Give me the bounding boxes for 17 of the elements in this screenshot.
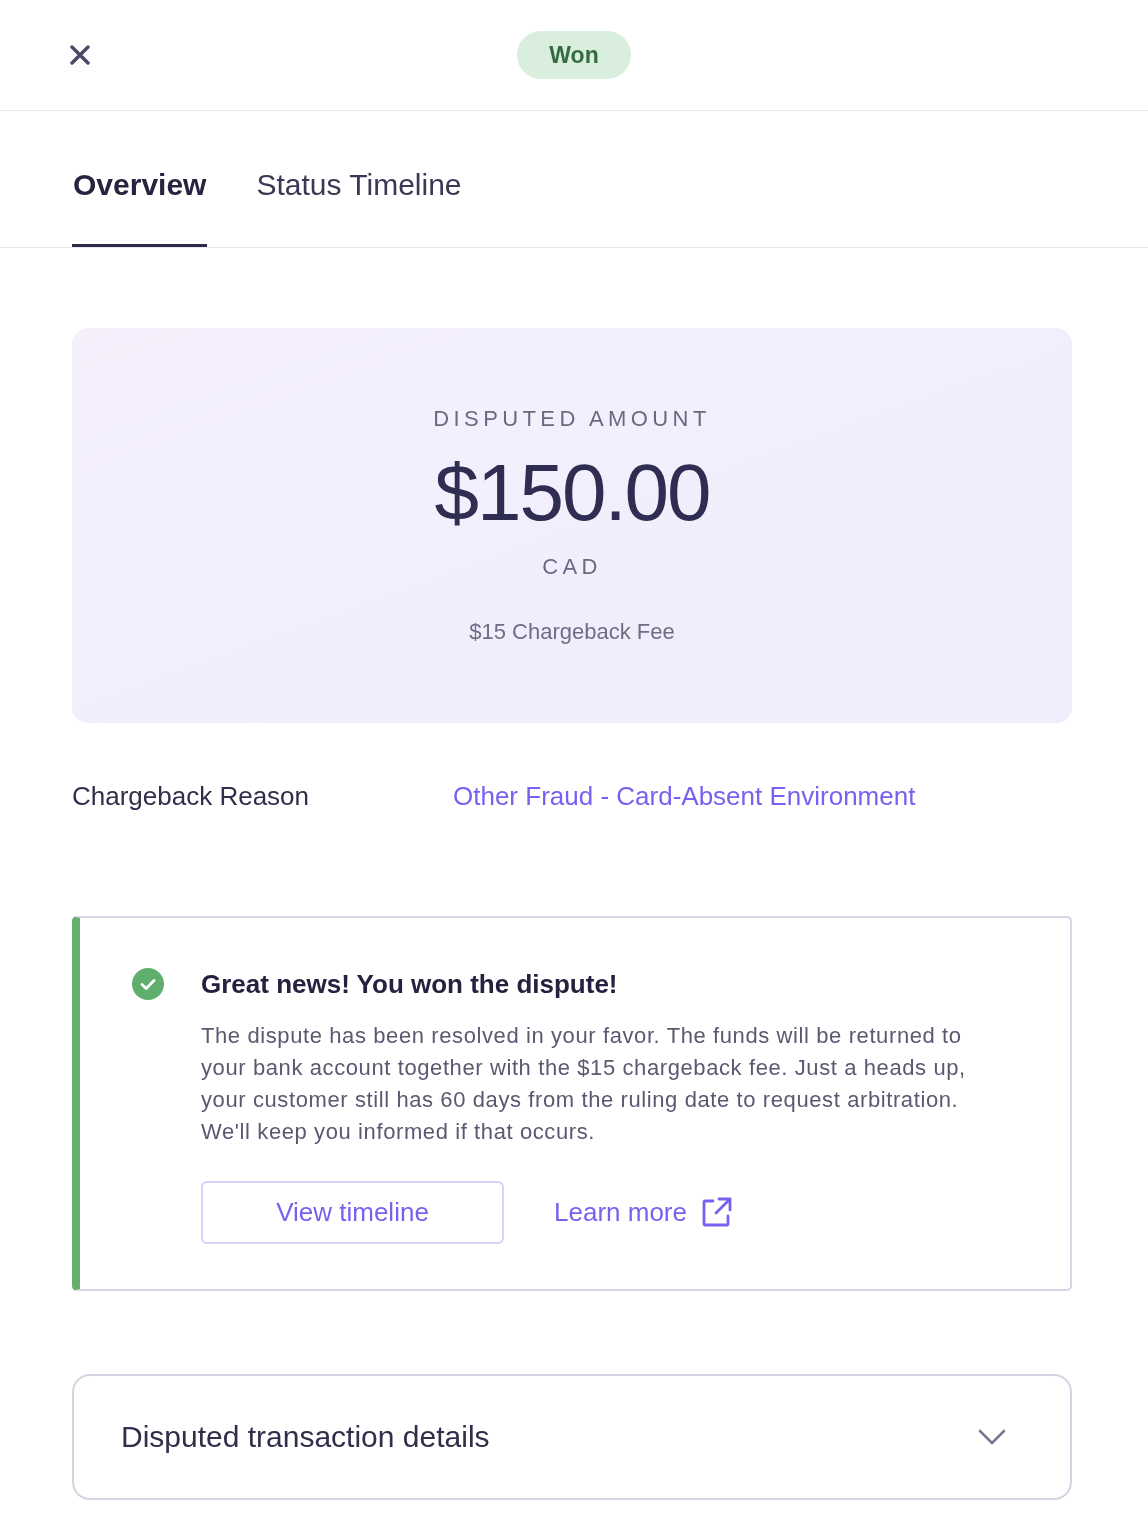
tab[interactable]: Status Timeline xyxy=(255,111,463,247)
status-badge: Won xyxy=(517,31,631,79)
currency-label: CAD xyxy=(542,554,602,580)
tab[interactable]: Overview xyxy=(72,111,208,247)
accordion-header[interactable]: Disputed transaction details xyxy=(72,1374,1072,1500)
amount-value: $150.00 xyxy=(434,449,710,537)
alert-title: Great news! You won the dispute! xyxy=(201,968,619,1001)
amount-label: DISPUTED AMOUNT xyxy=(433,406,711,432)
reason-label: Chargeback Reason xyxy=(72,780,310,813)
close-icon xyxy=(70,45,90,65)
check-circle-icon xyxy=(132,968,164,1000)
fee-text: $15 Chargeback Fee xyxy=(469,618,675,646)
learn-more-link[interactable]: Learn more xyxy=(554,1195,733,1230)
close-button[interactable] xyxy=(70,45,90,65)
view-timeline-button[interactable]: View timeline xyxy=(201,1181,504,1244)
alert-body: The dispute has been resolved in your favor. The funds will be returned to your bank account together with the $15 chargeback fee. Just a heads up, your customer still has 60 days from the ruling date to request arbitration. We'll keep you informed if that occurs. xyxy=(201,1022,967,1146)
reason-link[interactable]: Other Fraud - Card-Absent Environment xyxy=(453,779,916,813)
